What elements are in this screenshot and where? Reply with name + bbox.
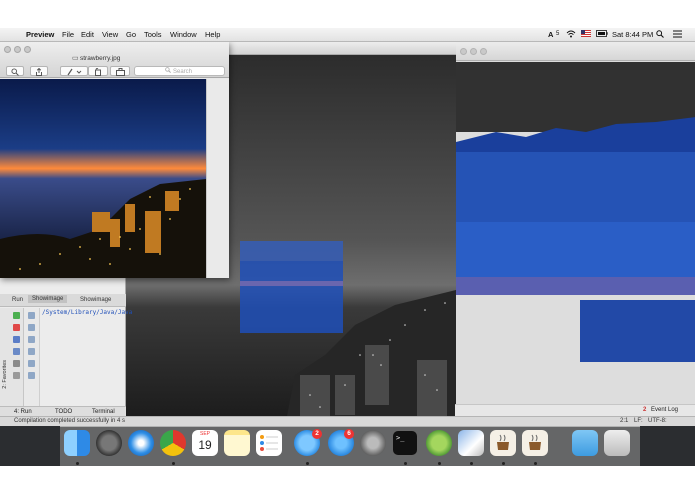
finder-icon[interactable] — [64, 430, 90, 456]
wifi-icon[interactable] — [566, 30, 576, 40]
running-indicator — [534, 462, 537, 465]
menu-bar: Preview File Edit View Go Tools Window H… — [0, 28, 695, 42]
close-button[interactable] — [460, 48, 467, 55]
android-studio-icon[interactable] — [426, 430, 452, 456]
zoom-button[interactable] — [480, 48, 487, 55]
downloads-folder-icon[interactable] — [572, 430, 598, 456]
running-indicator — [502, 462, 505, 465]
dump-threads-icon[interactable] — [13, 348, 20, 355]
ide-run-panel: Run Showimage Showimage /System/Library/… — [0, 276, 132, 426]
system-preferences-icon[interactable] — [360, 430, 386, 456]
search-field[interactable]: Search — [134, 66, 225, 76]
running-indicator — [76, 462, 79, 465]
run-tab-strip: Run Showimage Showimage — [0, 294, 126, 307]
search-icon — [165, 67, 171, 76]
pause-icon[interactable] — [13, 336, 20, 343]
reminders-icon[interactable] — [256, 430, 282, 456]
trash-icon[interactable] — [604, 430, 630, 456]
console-output-line: /System/Library/Java/Java — [42, 309, 133, 316]
toolbox-button[interactable] — [110, 66, 130, 76]
soft-wrap-icon[interactable] — [28, 336, 35, 343]
caret-position[interactable]: 2:1 — [620, 418, 628, 424]
running-indicator — [172, 462, 175, 465]
battery-icon[interactable] — [596, 30, 608, 39]
menu-edit[interactable]: Edit — [81, 30, 94, 39]
stop-icon[interactable] — [13, 324, 20, 331]
minimize-button[interactable] — [14, 46, 21, 53]
running-indicator — [470, 462, 473, 465]
zoom-in-button[interactable] — [6, 66, 24, 76]
calendar-month: SEP — [199, 431, 210, 437]
search-placeholder: Search — [173, 69, 193, 75]
scroll-to-end-icon[interactable] — [28, 348, 35, 355]
blue-image-window — [455, 42, 695, 420]
settings-icon[interactable] — [13, 360, 20, 367]
clock-datetime[interactable]: Sat 8:44 PM — [612, 30, 653, 39]
share-button[interactable] — [30, 66, 48, 76]
console-toolbar — [24, 308, 40, 406]
preview-toolbar: ▭ strawberry.jpg Search — [0, 42, 229, 78]
preview-window: ▭ strawberry.jpg Search — [0, 42, 229, 278]
calendar-icon[interactable]: SEP 19 — [192, 430, 218, 456]
bottom-tab-terminal[interactable]: Terminal — [92, 409, 115, 415]
tab-showimage-active[interactable]: Showimage — [28, 295, 68, 303]
ide-status-bar: Compilation completed successfully in 4 … — [0, 416, 695, 426]
event-log-tab[interactable]: Event Log — [651, 407, 678, 413]
menu-window[interactable]: Window — [170, 30, 197, 39]
scroll-up-icon[interactable] — [28, 312, 35, 319]
menu-view[interactable]: View — [102, 30, 118, 39]
blue-quantized-image — [456, 62, 695, 418]
menu-app-name[interactable]: Preview — [26, 30, 54, 39]
markup-button[interactable] — [60, 66, 88, 76]
menu-help[interactable]: Help — [205, 30, 220, 39]
rerun-icon[interactable] — [13, 312, 20, 319]
jpg-file-icon: ▭ — [72, 55, 79, 62]
pin-icon[interactable] — [13, 372, 20, 379]
preview-sidebar — [206, 79, 229, 278]
notification-center-icon[interactable] — [673, 30, 682, 40]
java-icon[interactable] — [490, 430, 516, 456]
status-message[interactable]: Compilation completed successfully in 4 … — [14, 418, 125, 424]
running-indicator — [438, 462, 441, 465]
event-log-count: 2 — [643, 407, 647, 413]
app-store-badge: 6 — [344, 429, 354, 439]
calendar-day: 19 — [198, 438, 212, 452]
window-title: strawberry.jpg — [80, 55, 121, 62]
file-encoding[interactable]: UTF-8: — [648, 418, 667, 424]
spotlight-search-icon[interactable] — [656, 30, 664, 40]
line-separator[interactable]: LF: — [634, 418, 643, 424]
scroll-down-icon[interactable] — [28, 324, 35, 331]
running-indicator — [306, 462, 309, 465]
chrome-icon[interactable] — [160, 430, 186, 456]
bottom-tab-todo[interactable]: TODO — [55, 409, 72, 415]
preview-icon[interactable] — [458, 430, 484, 456]
clear-all-icon[interactable] — [28, 372, 35, 379]
notes-icon[interactable] — [224, 430, 250, 456]
menu-go[interactable]: Go — [126, 30, 136, 39]
menu-file[interactable]: File — [62, 30, 74, 39]
print-icon[interactable] — [28, 360, 35, 367]
zoom-button[interactable] — [24, 46, 31, 53]
window-titlebar — [456, 42, 695, 61]
tab-showimage[interactable]: Showimage — [80, 297, 111, 303]
close-button[interactable] — [4, 46, 11, 53]
safari-icon[interactable] — [128, 430, 154, 456]
adobe-count: 5 — [556, 31, 560, 37]
minimize-button[interactable] — [470, 48, 477, 55]
terminal-icon[interactable]: >_ — [392, 430, 418, 456]
menu-tools[interactable]: Tools — [144, 30, 162, 39]
rotate-button[interactable] — [88, 66, 108, 76]
flag-icon[interactable] — [580, 29, 592, 39]
run-label: Run — [12, 297, 24, 303]
city-photo — [0, 79, 206, 278]
messages-badge: 2 — [312, 429, 322, 439]
java-icon-2[interactable] — [522, 430, 548, 456]
dock: SEP 19 2 6 >_ — [60, 426, 640, 466]
launchpad-icon[interactable] — [96, 430, 122, 456]
running-indicator — [404, 462, 407, 465]
adobe-icon[interactable]: A — [548, 30, 553, 39]
favorites-side-tab[interactable]: 2: Favorites — [2, 360, 8, 389]
run-toolbar — [0, 308, 24, 406]
bottom-tab-run[interactable]: 4: Run — [14, 409, 32, 415]
